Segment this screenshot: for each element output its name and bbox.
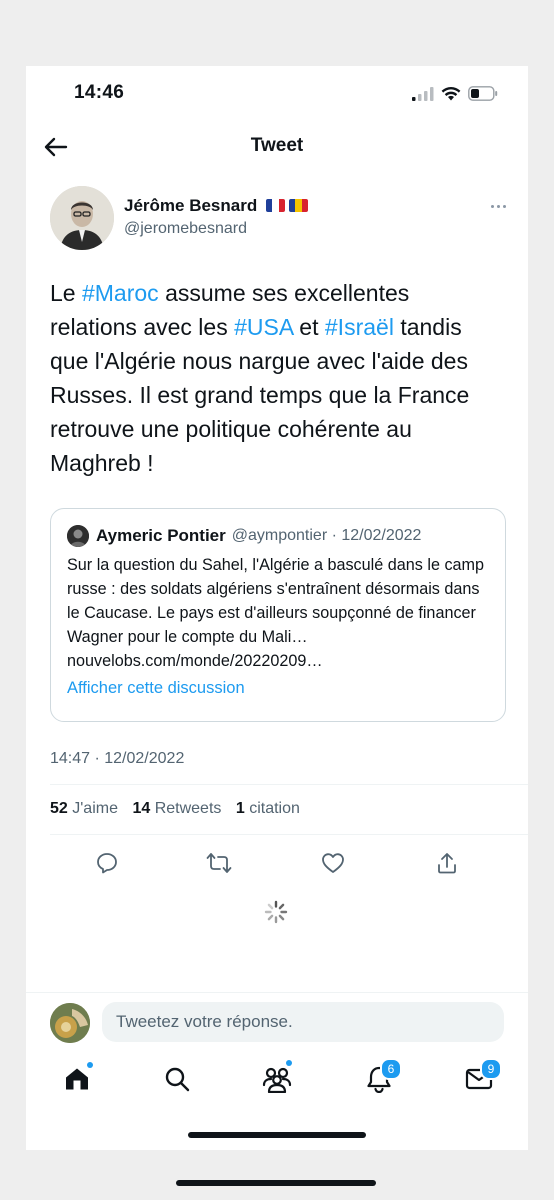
tab-search[interactable] [162,1064,192,1094]
top-nav: Tweet [26,122,528,172]
cellular-signal-icon [412,86,434,106]
likes-stat[interactable]: 52 J'aime [50,800,118,817]
divider [50,784,528,785]
hashtag-link[interactable]: #Israël [325,314,394,340]
messages-badge: 9 [480,1058,502,1080]
notifications-badge: 6 [380,1058,402,1080]
outer-home-indicator [176,1180,376,1186]
reply-input[interactable] [102,1002,504,1042]
retweets-stat[interactable]: 14 Retweets [132,800,221,817]
page-title: Tweet [250,135,304,156]
tweet-text-segment: et [292,314,325,340]
status-time: 14:46 [74,82,125,103]
france-flag-icon [265,199,285,212]
bottom-tab-bar: 6 9 [26,1058,528,1104]
divider [50,834,528,835]
hashtag-link[interactable]: #Maroc [82,280,159,306]
reply-bar [26,992,528,1049]
home-indicator [188,1132,366,1138]
heart-icon [322,853,344,873]
more-options-button[interactable] [486,198,510,214]
reply-button[interactable] [94,850,120,876]
author-handle[interactable]: @jeromebesnard [124,220,247,238]
status-bar: 14:46 [26,66,528,122]
share-button[interactable] [434,850,460,876]
show-thread-link[interactable]: Afficher cette discussion [67,679,245,698]
tweet-text: Le #Maroc assume ses excellentes relatio… [50,276,500,480]
quoted-author-name: Aymeric Pontier [96,526,226,545]
quoted-author-avatar [67,525,89,547]
search-icon [165,1067,190,1092]
quoted-author-meta: @aympontier · 12/02/2022 [231,527,422,544]
status-icons [412,86,498,106]
reply-icon [97,853,117,874]
tweet-actions [50,846,504,878]
home-icon [66,1068,88,1090]
tweet-author: Jérôme Besnard @jeromebesnard [50,186,510,252]
tweet-stats: 52 J'aime 14 Retweets 1 citation [50,800,300,818]
quoted-tweet[interactable]: Aymeric Pontier @aympontier · 12/02/2022… [50,508,506,722]
tweet-text-segment: Le [50,280,82,306]
tweet-timestamp: 14:47 · 12/02/2022 [50,750,185,767]
romania-flag-icon [288,199,308,212]
battery-icon [468,86,498,106]
author-name[interactable]: Jérôme Besnard [124,196,308,216]
home-new-dot [87,1062,93,1068]
tab-communities[interactable] [262,1060,292,1094]
retweet-button[interactable] [206,850,232,876]
quoted-tweet-body: Sur la question du Sahel, l'Algérie a ba… [67,556,485,670]
tab-messages[interactable]: 9 [464,1058,502,1094]
user-avatar[interactable] [50,1003,90,1043]
more-dots-icon [490,204,494,208]
loading-spinner-icon [264,900,288,924]
wifi-icon [441,86,461,106]
quotes-stat[interactable]: 1 citation [236,800,300,817]
phone-screen: 14:46 Tweet Jérôme Besnard @jeromebesnar… [26,66,528,1150]
share-icon [438,853,456,874]
communities-new-dot [286,1060,292,1066]
quoted-tweet-header: Aymeric Pontier @aympontier · 12/02/2022 [67,525,421,547]
communities-icon [262,1067,292,1093]
like-button[interactable] [320,850,346,876]
hashtag-link[interactable]: #USA [234,314,293,340]
tab-home[interactable] [62,1062,93,1094]
tweet-body: Le #Maroc assume ses excellentes relatio… [50,276,500,480]
tab-notifications[interactable]: 6 [364,1058,402,1094]
author-avatar[interactable] [50,186,114,250]
retweet-icon [206,853,232,873]
